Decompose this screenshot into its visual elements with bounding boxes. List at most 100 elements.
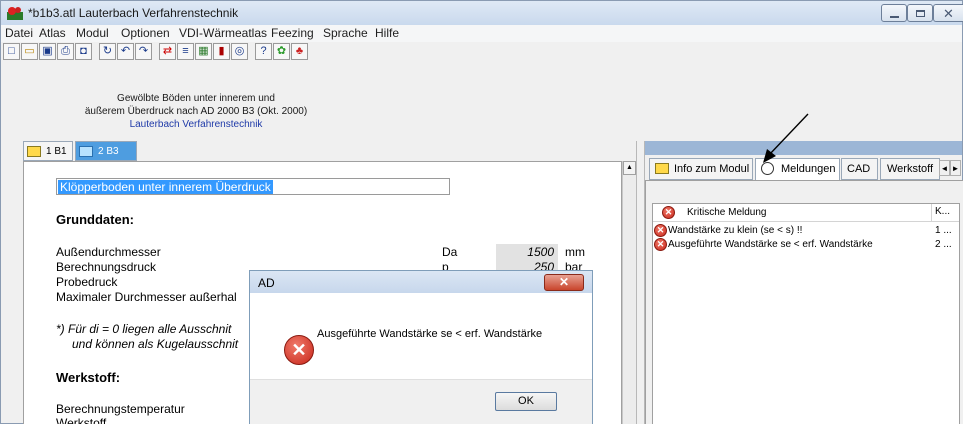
maximize-button[interactable] — [907, 4, 933, 22]
list-item[interactable]: ✕ Ausgeführte Wandstärke se < erf. Wands… — [653, 238, 959, 252]
minimize-button[interactable] — [881, 4, 907, 22]
menu-atlas[interactable]: Atlas — [39, 26, 66, 40]
message-text: Wandstärke zu klein (se < s) !! — [668, 225, 803, 236]
save-icon[interactable]: ▣ — [39, 43, 56, 60]
app-logo-icon[interactable]: ♣ — [291, 43, 308, 60]
dialog-close-button[interactable]: ✕ — [544, 274, 584, 291]
menu-hilfe[interactable]: Hilfe — [375, 26, 399, 40]
folder-open-icon — [79, 146, 93, 157]
app-logo-icon — [7, 7, 23, 20]
dialog-footer: OK — [250, 379, 592, 424]
message-number: 2 ... — [935, 239, 952, 250]
error-icon: ✕ — [654, 238, 667, 251]
calculator-icon[interactable]: ▦ — [195, 43, 212, 60]
messages-list-header: ✕ Kritische Meldung K... — [653, 204, 959, 222]
menu-modul[interactable]: Modul — [76, 26, 109, 40]
dialog-title-bar: AD ✕ — [250, 271, 592, 293]
form-scrollbar[interactable]: ▲ — [622, 161, 636, 424]
toolbar: □ ▭ ▣ ⎙ ◘ ↻ ↶ ↷ ⇄ ≡ ▦ ▮ ◎ ? ✿ ♣ — [1, 42, 962, 62]
module-subtitle-line1: Gewölbte Böden unter innerem und — [117, 93, 275, 104]
label-berechnungstemperatur: Berechnungstemperatur — [56, 402, 185, 416]
tab-scroll-left-icon[interactable]: ◄ — [939, 160, 950, 176]
bulb-icon[interactable]: ✿ — [273, 43, 290, 60]
tab-label: Info zum Modul — [674, 163, 750, 175]
tab-2-b3[interactable]: 2 B3 — [75, 141, 137, 161]
label-max-durchmesser: Maximaler Durchmesser außerhal — [56, 290, 237, 304]
tab-info-zum-modul[interactable]: Info zum Modul — [649, 158, 753, 180]
note-line1: *) Für di = 0 liegen alle Ausschnit — [56, 322, 232, 336]
book-icon[interactable]: ▮ — [213, 43, 230, 60]
tab-label: CAD — [847, 163, 871, 175]
boden-type-field[interactable]: Klöpperboden unter innerem Überdruck — [56, 178, 450, 195]
pane-splitter[interactable] — [636, 141, 645, 424]
close-window-button[interactable]: ✕ — [933, 4, 963, 22]
table-icon[interactable]: ≡ — [177, 43, 194, 60]
menu-optionen[interactable]: Optionen — [121, 26, 170, 40]
ok-button[interactable]: OK — [495, 392, 557, 411]
boden-type-value: Klöpperboden unter innerem Überdruck — [58, 180, 273, 194]
label-aussendurchmesser: Außendurchmesser — [56, 245, 161, 259]
menu-datei[interactable]: Datei — [5, 26, 33, 40]
tab-label: Meldungen — [781, 163, 836, 175]
column-k[interactable]: K... — [935, 206, 950, 217]
globe-icon[interactable]: ◎ — [231, 43, 248, 60]
menu-feezing[interactable]: Feezing — [271, 26, 314, 40]
unit-mm: mm — [565, 245, 585, 259]
messages-list[interactable]: ✕ Kritische Meldung K... ✕ Wandstärke zu… — [652, 203, 960, 424]
symbol-da: Da — [442, 245, 458, 259]
app-window: *b1b3.atl Lauterbach Verfahrenstechnik ✕… — [0, 0, 963, 424]
dialog-title: AD — [258, 276, 275, 290]
label-probedruck: Probedruck — [56, 275, 118, 289]
tab-werkstoff[interactable]: Werkstoff — [880, 158, 940, 180]
error-icon: ✕ — [284, 335, 314, 365]
tab-label: Werkstoff — [887, 163, 934, 175]
new-file-icon[interactable]: □ — [3, 43, 20, 60]
minimize-icon — [890, 16, 899, 18]
tab-1-b1[interactable]: 1 B1 — [23, 141, 73, 161]
section-grunddaten: Grunddaten: — [56, 212, 134, 227]
tab-scroll-right-icon[interactable]: ► — [950, 160, 961, 176]
label-werkstoff: Werkstoff — [56, 416, 107, 424]
label-berechnungsdruck: Berechnungsdruck — [56, 260, 157, 274]
message-text: Ausgeführte Wandstärke se < erf. Wandstä… — [668, 239, 873, 250]
print-icon[interactable]: ⎙ — [57, 43, 74, 60]
module-subtitle-line2: äußerem Überdruck nach AD 2000 B3 (Okt. … — [84, 106, 308, 117]
folder-icon — [27, 146, 41, 157]
right-panel-header — [645, 141, 962, 155]
close-icon: ✕ — [943, 6, 954, 21]
value-aussendurchmesser[interactable]: 1500 — [496, 244, 558, 260]
section-werkstoff: Werkstoff: — [56, 370, 121, 385]
column-label: Kritische Meldung — [687, 207, 767, 218]
window-title: *b1b3.atl Lauterbach Verfahrenstechnik — [28, 6, 239, 20]
tab-label: 1 B1 — [46, 146, 67, 157]
tab-meldungen[interactable]: Meldungen — [755, 158, 840, 181]
title-bar: *b1b3.atl Lauterbach Verfahrenstechnik ✕ — [1, 1, 963, 25]
error-icon: ✕ — [662, 206, 675, 219]
scroll-up-icon[interactable]: ▲ — [623, 161, 636, 175]
menu-vdi-waermeatlas[interactable]: VDI-Wärmeatlas — [179, 26, 267, 40]
open-folder-icon[interactable]: ▭ — [21, 43, 38, 60]
redo-icon[interactable]: ↷ — [135, 43, 152, 60]
message-dialog: AD ✕ ✕ Ausgeführte Wandstärke se < erf. … — [249, 270, 593, 424]
menu-sprache[interactable]: Sprache — [323, 26, 368, 40]
exchange-icon[interactable]: ⇄ — [159, 43, 176, 60]
right-panel-tabs: Info zum Modul Meldungen CAD Werkstoff ◄… — [645, 158, 962, 181]
message-number: 1 ... — [935, 225, 952, 236]
menu-bar: Datei Atlas Modul Optionen VDI-Wärmeatla… — [1, 25, 962, 42]
help-pointer-icon[interactable]: ? — [255, 43, 272, 60]
messages-panel: ✕ Kritische Meldung K... ✕ Wandstärke zu… — [645, 180, 963, 424]
tab-label: 2 B3 — [98, 146, 119, 157]
list-item[interactable]: ✕ Wandstärke zu klein (se < s) !! 1 ... — [653, 224, 959, 238]
recalc-icon[interactable]: ↻ — [99, 43, 116, 60]
undo-icon[interactable]: ↶ — [117, 43, 134, 60]
error-icon: ✕ — [654, 224, 667, 237]
info-icon — [761, 162, 774, 175]
column-kritische-meldung[interactable]: ✕ Kritische Meldung — [653, 204, 932, 222]
preview-icon[interactable]: ◘ — [75, 43, 92, 60]
folder-icon — [655, 163, 669, 174]
dialog-message: Ausgeführte Wandstärke se < erf. Wandstä… — [317, 328, 543, 340]
tab-cad[interactable]: CAD — [841, 158, 878, 180]
note-line2: und können als Kugelausschnit — [72, 337, 239, 351]
module-author: Lauterbach Verfahrenstechnik — [129, 119, 263, 130]
maximize-icon — [916, 10, 925, 17]
